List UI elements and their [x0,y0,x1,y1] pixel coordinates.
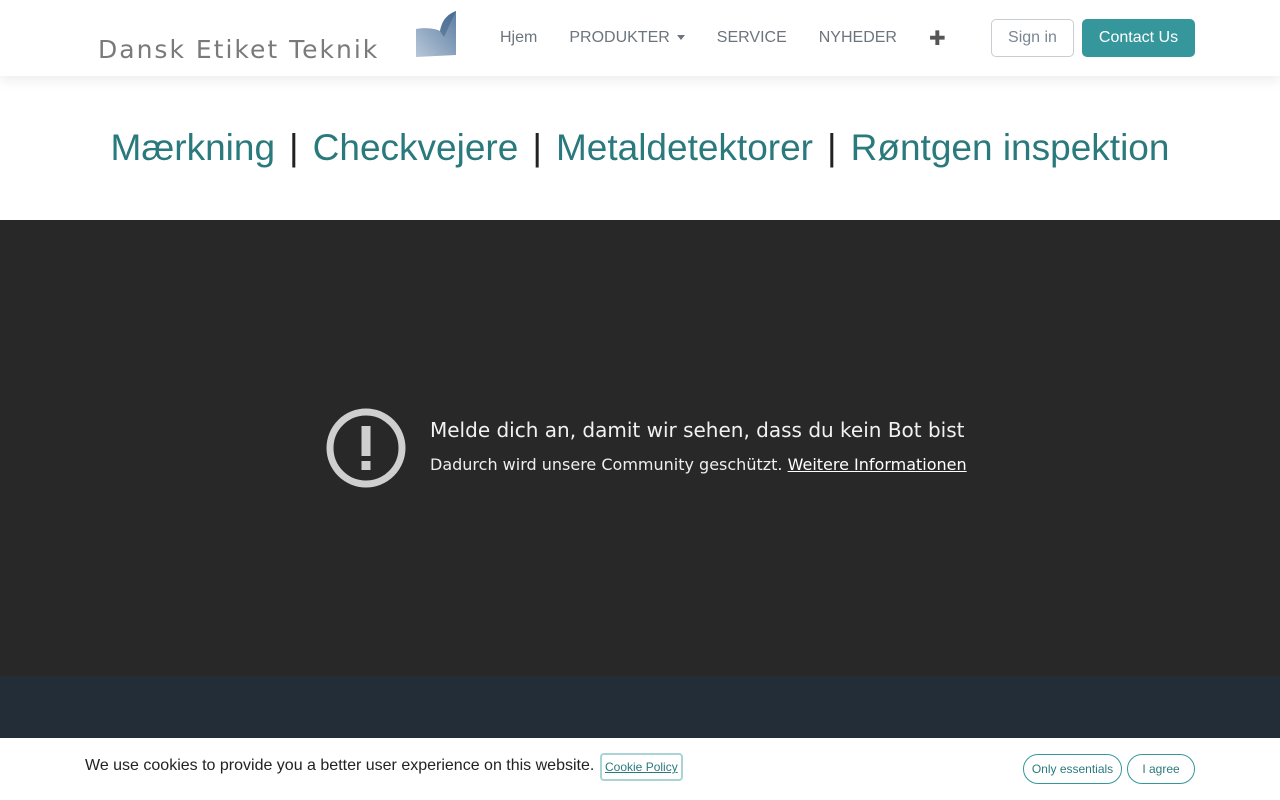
category-separator: | [827,127,837,168]
nav-news[interactable]: NYHEDER [803,29,913,47]
nav-home[interactable]: Hjem [484,29,553,47]
embed-title: Melde dich an, damit wir sehen, dass du … [430,418,965,442]
only-essentials-button[interactable]: Only essentials [1023,754,1122,784]
embed-subtitle-text: Dadurch wird unsere Community geschützt. [430,455,783,474]
main-nav: Hjem PRODUKTER SERVICE NYHEDER ✚ [484,0,962,76]
caret-down-icon [676,35,685,41]
nav-products-dropdown[interactable]: PRODUKTER [553,29,700,47]
i-agree-button[interactable]: I agree [1127,754,1195,784]
sign-in-button[interactable]: Sign in [991,19,1074,57]
nav-products-label: PRODUKTER [569,29,670,46]
category-separator: | [532,127,542,168]
category-checkweighers-link[interactable]: Checkvejere [313,127,519,169]
category-metal-detectors-link[interactable]: Metaldetektorer [556,127,813,169]
logo-mark-icon [416,11,456,57]
category-links: Mærkning | Checkvejere | Metaldetektorer… [0,76,1280,220]
category-marking-link[interactable]: Mærkning [111,127,276,169]
embed-subtitle: Dadurch wird unsere Community geschützt.… [430,455,967,474]
video-embed[interactable]: Melde dich an, damit wir sehen, dass du … [0,220,1280,676]
category-xray-link[interactable]: Røntgen inspektion [851,127,1170,169]
contact-us-button[interactable]: Contact Us [1082,19,1195,57]
more-info-link[interactable]: Weitere Informationen [788,455,967,474]
footer [0,676,1280,738]
cookie-bar: We use cookies to provide you a better u… [0,738,1280,800]
site-header: Dansk Etiket Teknik Hjem PRODUKTER SERVI… [0,0,1280,76]
cookie-message: We use cookies to provide you a better u… [85,757,595,774]
plus-icon[interactable]: ✚ [913,26,962,51]
alert-circle-icon [326,408,406,488]
logo[interactable]: Dansk Etiket Teknik [96,9,462,64]
cookie-policy-link[interactable]: Cookie Policy [600,753,683,781]
nav-service[interactable]: SERVICE [701,29,803,47]
logo-text: Dansk Etiket Teknik [98,35,380,64]
category-separator: | [289,127,299,168]
